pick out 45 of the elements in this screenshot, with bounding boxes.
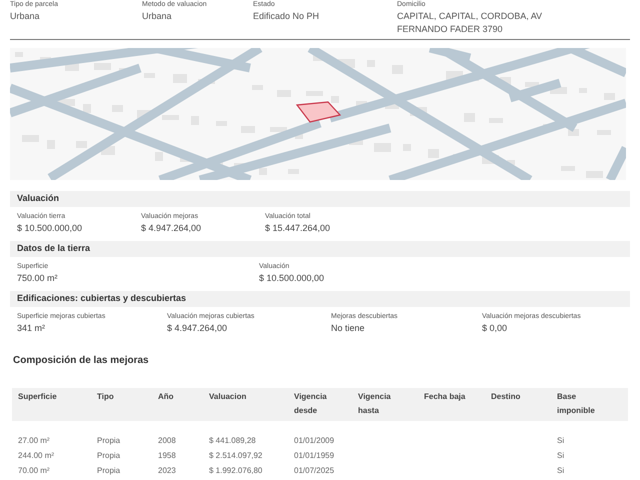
field-value: Edificado No PH xyxy=(253,10,320,22)
field-value: 750.00 m² xyxy=(17,272,59,285)
table-cell-text: 1958 xyxy=(158,450,177,462)
table-cell-text: $ 1.992.076,80 xyxy=(209,464,264,476)
field-value: No tiene xyxy=(331,322,366,335)
field-value: $ 4.947.264,00 xyxy=(141,222,202,235)
column-header: Valuacion xyxy=(209,391,248,403)
table-cell-text: $ 2.514.097,92 xyxy=(209,450,264,462)
table-cell-text: 01/07/2025 xyxy=(294,464,336,476)
table-cell-text: 01/01/2009 xyxy=(294,434,336,446)
table-cell-text: Si xyxy=(557,450,566,462)
field-value: FERNANDO FADER 3790 xyxy=(397,23,504,35)
table-cell-text: $ 441.089,28 xyxy=(209,434,257,446)
table-cell-text: Propia xyxy=(97,434,122,446)
column-header: Tipo xyxy=(97,391,115,403)
table-cell-text: 27.00 m² xyxy=(18,434,51,446)
column-header: Vigencia desde xyxy=(294,391,328,417)
field-value: $ 15.447.264,00 xyxy=(265,222,332,235)
table-cell-text: 244.00 m² xyxy=(18,450,56,462)
column-header: Fecha baja xyxy=(424,391,466,403)
field-value: Urbana xyxy=(142,10,173,22)
field-value: $ 4.947.264,00 xyxy=(167,322,228,335)
section-header: Datos de la tierra xyxy=(10,241,630,257)
table-cell-text: Propia xyxy=(97,450,122,462)
column-header: Base imponible xyxy=(557,391,596,417)
field-value: $ 10.500.000,00 xyxy=(259,272,326,285)
table-cell-text: Propia xyxy=(97,464,122,476)
table-cell-text: Si xyxy=(557,464,566,476)
table-cell-text: Si xyxy=(557,434,566,446)
table-cell-text: 01/01/1959 xyxy=(294,450,336,462)
column-header: Año xyxy=(158,391,175,403)
table-cell-text: 2008 xyxy=(158,434,177,446)
column-header: Vigencia hasta xyxy=(358,391,392,417)
field-value: 341 m² xyxy=(17,322,46,335)
column-header: Superficie xyxy=(18,391,58,403)
section-title: Composición de las mejoras xyxy=(12,354,150,368)
field-value: $ 0,00 xyxy=(482,322,508,335)
column-header: Destino xyxy=(491,391,522,403)
section-header: Valuación xyxy=(10,191,630,207)
section-header: Edificaciones: cubiertas y descubiertas xyxy=(10,291,630,307)
field-value: $ 10.500.000,00 xyxy=(17,222,84,235)
field-value: CAPITAL, CAPITAL, CORDOBA, AV xyxy=(397,10,544,22)
table-cell-text: 2023 xyxy=(158,464,177,476)
table-cell-text: 70.00 m² xyxy=(18,464,51,476)
field-value: Urbana xyxy=(10,10,41,22)
